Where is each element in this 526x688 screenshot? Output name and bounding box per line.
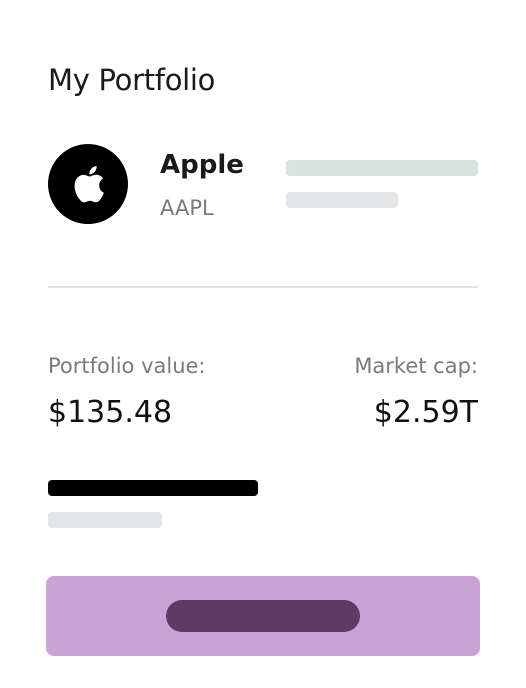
portfolio-value: $135.48 [48, 395, 173, 430]
apple-logo-icon [48, 144, 128, 224]
apple-logo-glyph [74, 166, 104, 203]
page-title: My Portfolio [48, 63, 216, 97]
price-change-skeleton [286, 192, 398, 208]
price-skeleton [286, 160, 478, 176]
divider [48, 286, 478, 288]
market-cap-value: $2.59T [373, 395, 478, 430]
ticker-symbol: AAPL [160, 196, 214, 220]
portfolio-card: My Portfolio Apple AAPL Portfolio value:… [0, 0, 526, 688]
text-skeleton-dark [48, 480, 258, 496]
text-skeleton-light [48, 512, 162, 528]
company-name: Apple [160, 150, 244, 180]
button-label-skeleton [166, 600, 360, 632]
action-button[interactable] [46, 576, 480, 656]
portfolio-value-label: Portfolio value: [48, 354, 206, 378]
market-cap-label: Market cap: [354, 354, 478, 378]
